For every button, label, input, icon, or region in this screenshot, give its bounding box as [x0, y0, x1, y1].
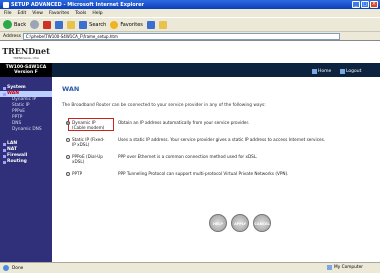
option-description: Uses a static IP address. Your service p… — [118, 137, 326, 142]
option-description: PPP over Ethernet is a common connection… — [118, 154, 258, 159]
menu-help[interactable]: Help — [92, 11, 102, 16]
page-status-icon — [3, 265, 9, 271]
maximize-button[interactable]: □ — [361, 1, 369, 8]
refresh-icon[interactable] — [55, 20, 64, 29]
wan-panel: WAN The Broadband Router can be connecte… — [62, 85, 372, 108]
sidebar: TRENDnet TRENDware, USA TW100-S4W1CA Ver… — [0, 41, 52, 263]
search-button[interactable]: Search — [79, 20, 107, 29]
radio-pppoe[interactable] — [66, 155, 70, 159]
menu-bar: File Edit View Favorites Tools Help — [0, 9, 380, 17]
bullet-icon — [3, 154, 6, 158]
logout-button[interactable]: Logout — [340, 68, 361, 75]
favorites-label: Favorites — [120, 21, 143, 28]
favorites-button[interactable]: Favorites — [110, 20, 143, 29]
help-button[interactable]: HELP — [209, 214, 227, 232]
radio-pptp[interactable] — [66, 172, 70, 176]
intro-text: The Broadband Router can be connected to… — [62, 103, 266, 108]
option-label: PPPoE (Dial-Up xDSL) — [72, 154, 103, 164]
model-version: Version F — [14, 70, 38, 75]
close-button[interactable]: × — [370, 1, 378, 8]
logo-text: TRENDnet — [2, 46, 50, 56]
window-title: SETUP ADVANCED - Microsoft Internet Expl… — [11, 1, 145, 8]
forward-button[interactable] — [30, 20, 40, 29]
model-label: TW100-S4W1CA Version F — [0, 63, 52, 77]
address-label: Address — [3, 33, 21, 39]
option-description: PPP Tunneling Protocol can support multi… — [118, 171, 289, 176]
search-icon — [79, 20, 88, 29]
radio-static-ip[interactable] — [66, 138, 70, 142]
bullet-icon — [3, 142, 6, 146]
home-icon — [312, 69, 317, 74]
bullet-icon — [3, 148, 6, 152]
back-button[interactable]: Back — [3, 20, 26, 29]
history-icon[interactable] — [146, 20, 155, 29]
bullet-icon — [3, 92, 6, 96]
radio-dynamic-ip[interactable] — [66, 121, 70, 125]
minimize-button[interactable]: _ — [352, 1, 360, 8]
bullet-icon — [3, 160, 6, 164]
nav-item-routing[interactable]: Routing — [0, 159, 52, 165]
logo-tagline: TRENDware, USA — [13, 56, 39, 60]
page-content: TRENDnet TRENDware, USA TW100-S4W1CA Ver… — [0, 40, 380, 263]
zone-label: My Computer — [334, 265, 363, 270]
address-bar: Address C:\phebe\TW100-S4W1CA_F\frame_se… — [0, 31, 380, 40]
back-label: Back — [14, 21, 27, 28]
home-page-icon[interactable] — [67, 20, 76, 29]
menu-favorites[interactable]: Favorites — [49, 11, 69, 16]
window-title-bar: SETUP ADVANCED - Microsoft Internet Expl… — [0, 0, 380, 9]
nav-label: Routing — [7, 159, 27, 164]
menu-edit[interactable]: Edit — [18, 11, 27, 16]
apply-button[interactable]: APPLY — [231, 214, 249, 232]
status-text: Done — [12, 265, 24, 271]
browser-toolbar: Back Search Favorites — [0, 17, 380, 31]
computer-icon — [327, 265, 332, 270]
option-pppoe[interactable]: PPPoE (Dial-Up xDSL) PPP over Ethernet i… — [62, 154, 372, 164]
logout-label: Logout — [346, 69, 362, 74]
nav-menu: System WAN Dynamic IP Static IP PPPoE PP… — [0, 77, 52, 263]
menu-file[interactable]: File — [4, 11, 12, 16]
security-zone: My Computer — [327, 265, 363, 270]
brand-logo: TRENDnet TRENDware, USA — [0, 41, 52, 63]
mail-icon[interactable] — [158, 20, 167, 29]
home-button[interactable]: Home — [312, 68, 331, 75]
favorites-star-icon — [110, 20, 119, 29]
option-label: Static IP (Fixed-IP xDSL) — [72, 137, 105, 147]
action-buttons: HELP APPLY CANCEL — [209, 214, 271, 232]
cancel-button[interactable]: CANCEL — [253, 214, 271, 232]
option-description: Obtain an IP address automatically from … — [118, 120, 250, 125]
status-bar: Done My Computer — [0, 262, 380, 273]
option-dynamic-ip[interactable]: Dynamic IP (Cable modem) Obtain an IP ad… — [62, 120, 372, 130]
option-pptp[interactable]: PPTP PPP Tunneling Protocol can support … — [62, 171, 372, 176]
menu-tools[interactable]: Tools — [75, 11, 86, 16]
page-title: WAN — [62, 85, 80, 93]
ie-icon — [3, 1, 9, 8]
option-label: PPTP — [72, 171, 83, 176]
back-arrow-icon — [3, 20, 12, 29]
option-static-ip[interactable]: Static IP (Fixed-IP xDSL) Uses a static … — [62, 137, 372, 147]
stop-icon[interactable] — [43, 20, 52, 29]
home-label: Home — [318, 69, 332, 74]
option-label: Dynamic IP (Cable modem) — [72, 120, 105, 130]
menu-view[interactable]: View — [32, 11, 43, 16]
search-label: Search — [89, 21, 107, 28]
address-input[interactable]: C:\phebe\TW100-S4W1CA_F\frame_setup.htm — [22, 32, 340, 40]
bullet-icon — [3, 86, 6, 90]
logout-icon — [340, 69, 345, 74]
